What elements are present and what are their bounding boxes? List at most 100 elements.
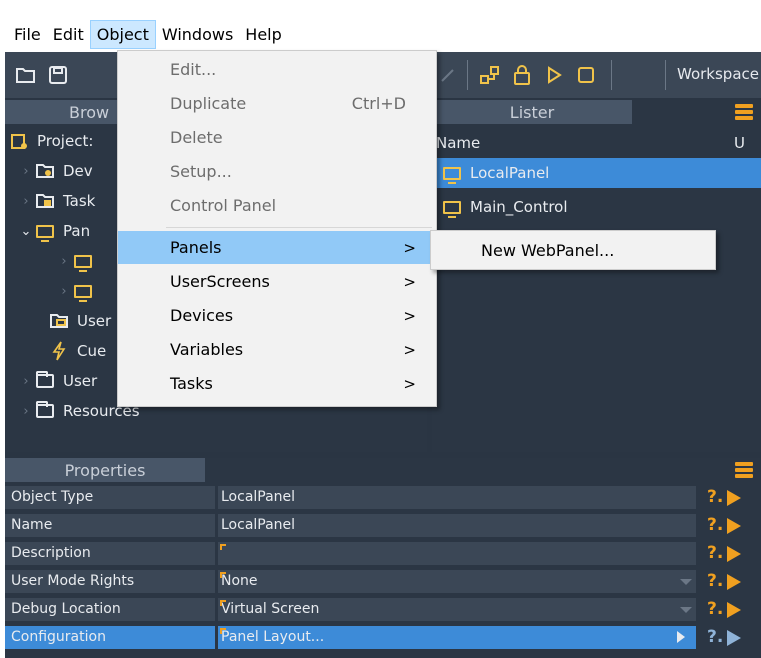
column-name[interactable]: Name (436, 134, 480, 152)
property-description: Description ?. (5, 542, 761, 566)
monitor-icon (71, 251, 95, 272)
tree-item-devices[interactable]: › Dev (19, 156, 93, 186)
dropdown-arrow-icon[interactable] (680, 607, 692, 613)
project-icon (7, 131, 31, 151)
tree-item-tasks[interactable]: › Task (19, 186, 95, 216)
tree-item-userscreens[interactable]: User (33, 306, 111, 336)
menu-item-control-panel[interactable]: Control Panel (118, 189, 436, 222)
menu-help[interactable]: Help (239, 21, 287, 48)
play-icon[interactable] (727, 518, 741, 534)
chevron-right-icon[interactable]: › (57, 284, 71, 299)
property-label: Description (5, 542, 215, 565)
play-icon[interactable] (727, 490, 741, 506)
menu-item-userscreens[interactable]: UserScreens > (118, 265, 436, 298)
lister-row[interactable]: Main_Control (432, 192, 761, 222)
play-icon[interactable] (727, 602, 741, 618)
chevron-right-icon[interactable]: › (19, 194, 33, 209)
tree-item-label: User (77, 312, 112, 330)
help-icon[interactable]: ?. (707, 543, 723, 563)
save-icon[interactable] (45, 62, 71, 88)
menu-item-new-webpanel[interactable]: New WebPanel... (431, 234, 715, 267)
menu-object[interactable]: Object (89, 19, 156, 49)
menu-item-panels[interactable]: Panels > (118, 231, 436, 264)
tree-item-project[interactable]: Project: (7, 126, 93, 156)
play-icon[interactable] (541, 62, 567, 88)
menu-item-variables[interactable]: Variables > (118, 333, 436, 366)
lister-row[interactable]: LocalPanel (432, 158, 761, 188)
shortcut-label: Ctrl+D (351, 94, 406, 113)
help-icon[interactable]: ?. (707, 599, 723, 619)
property-value[interactable]: None (218, 570, 696, 593)
network-icon[interactable] (477, 62, 503, 88)
help-icon[interactable]: ?. (707, 487, 723, 507)
tree-item-cues[interactable]: Cue (33, 336, 106, 366)
property-label: Object Type (5, 486, 215, 509)
monitor-icon (440, 163, 464, 184)
properties-menu-icon[interactable] (735, 462, 753, 478)
play-icon[interactable] (727, 546, 741, 562)
menu-item-setup[interactable]: Setup... (118, 155, 436, 188)
help-icon[interactable]: ?. (707, 571, 723, 591)
menu-item-tasks[interactable]: Tasks > (118, 367, 436, 400)
menu-item-duplicate[interactable]: Duplicate Ctrl+D (118, 87, 436, 120)
property-value[interactable] (218, 542, 696, 565)
property-value[interactable]: Panel Layout... (218, 626, 696, 649)
workspace-label[interactable]: Workspace (677, 65, 759, 83)
menu-item-devices[interactable]: Devices > (118, 299, 436, 332)
menu-windows[interactable]: Windows (156, 21, 239, 48)
property-configuration: Configuration Panel Layout... ?. (5, 626, 761, 650)
lister-pane: Lister Name U LocalPanel Main_Control (432, 100, 761, 452)
properties-header[interactable]: Properties (5, 458, 205, 482)
menu-item-delete[interactable]: Delete (118, 121, 436, 154)
help-icon[interactable]: ?. (707, 627, 723, 647)
menubar: File Edit Object Windows Help (0, 18, 761, 50)
column-u[interactable]: U (734, 134, 745, 152)
chevron-down-icon[interactable]: ⌄ (19, 224, 33, 239)
lister-menu-icon[interactable] (735, 104, 753, 120)
panels-submenu: New WebPanel... (430, 230, 716, 270)
object-menu: Edit... Duplicate Ctrl+D Delete Setup... … (117, 50, 437, 407)
dropdown-arrow-icon[interactable] (680, 579, 692, 585)
help-icon[interactable]: ?. (707, 515, 723, 535)
tree-item-panel-child-2[interactable]: › (57, 276, 101, 306)
property-value[interactable]: Virtual Screen (218, 598, 696, 621)
menu-item-edit[interactable]: Edit... (118, 53, 436, 86)
edit-corner-icon (220, 544, 226, 550)
menu-file[interactable]: File (8, 21, 47, 48)
lister-row-label: LocalPanel (470, 164, 550, 182)
edit-corner-icon (220, 572, 226, 578)
chevron-right-icon[interactable]: › (19, 404, 33, 419)
chevron-right-icon: > (403, 272, 416, 291)
monitor-icon (440, 197, 464, 218)
lister-header[interactable]: Lister (432, 100, 632, 124)
property-label: Name (5, 514, 215, 537)
chevron-right-icon: > (403, 374, 416, 393)
chevron-right-icon[interactable]: › (19, 164, 33, 179)
tree-item-user-folder[interactable]: › User (19, 366, 97, 396)
property-value: LocalPanel (218, 486, 696, 509)
edit-corner-icon (220, 600, 226, 606)
property-user-mode-rights: User Mode Rights None ?. (5, 570, 761, 594)
lister-row-label: Main_Control (470, 198, 568, 216)
monitor-icon (33, 221, 57, 242)
edit-corner-icon (220, 628, 226, 634)
lock-icon[interactable] (509, 62, 535, 88)
chevron-right-icon[interactable]: › (57, 254, 71, 269)
play-icon[interactable] (727, 630, 741, 646)
device-folder-icon (33, 161, 57, 181)
chevron-right-icon: > (403, 340, 416, 359)
tree-item-label: User (63, 372, 98, 390)
menu-edit[interactable]: Edit (47, 21, 90, 48)
tree-item-label: Dev (63, 162, 93, 180)
play-icon[interactable] (727, 574, 741, 590)
pencil-icon[interactable] (435, 62, 461, 88)
tree-item-panels[interactable]: ⌄ Pan (19, 216, 90, 246)
properties-pane: Properties Object Type LocalPanel ?. Nam… (5, 458, 761, 658)
lightning-icon (47, 341, 71, 361)
stop-icon[interactable] (573, 62, 599, 88)
tree-item-panel-child-1[interactable]: › (57, 246, 101, 276)
expand-arrow-icon[interactable] (677, 631, 685, 643)
property-value[interactable]: LocalPanel (218, 514, 696, 537)
open-folder-icon[interactable] (13, 62, 39, 88)
chevron-right-icon[interactable]: › (19, 374, 33, 389)
